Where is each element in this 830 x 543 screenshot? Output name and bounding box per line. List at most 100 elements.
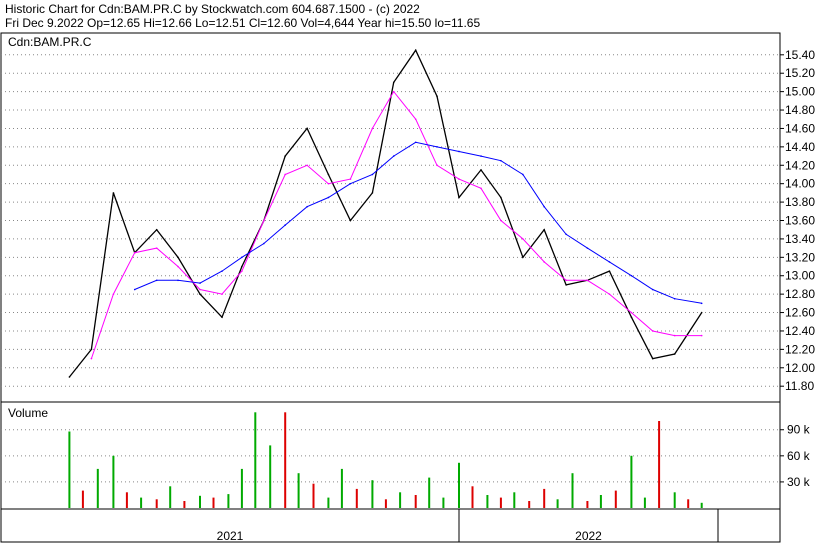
- volume-bar: [687, 499, 690, 508]
- series-ma_long-point: [630, 274, 633, 277]
- series-price-point: [199, 293, 201, 295]
- series-ma_long-point: [458, 150, 460, 153]
- series-ma_long-point: [700, 302, 703, 305]
- volume-bar: [183, 501, 186, 508]
- series-price-point: [630, 316, 633, 318]
- series-price-point: [306, 127, 308, 130]
- volume-bar: [254, 412, 257, 508]
- volume-bar: [399, 492, 402, 508]
- price-tick-label: 12.40: [785, 324, 815, 338]
- series-price-point: [221, 316, 223, 318]
- volume-bar: [513, 492, 516, 508]
- series-ma_long-point: [414, 141, 417, 144]
- volume-bar: [81, 490, 84, 508]
- series-ma_long-point: [199, 282, 201, 284]
- volume-bar: [327, 497, 330, 508]
- series-ma_short-point: [700, 334, 703, 337]
- series-ma_long-point: [221, 270, 223, 272]
- series-ma_short-point: [155, 247, 158, 249]
- series-price-point: [700, 311, 703, 314]
- price-tick-label: 15.20: [785, 66, 815, 80]
- series-ma_short-point: [306, 164, 308, 167]
- volume-bar: [599, 495, 602, 508]
- series-ma_short-point: [414, 118, 417, 121]
- price-panel-frame: [0, 32, 781, 403]
- series-ma_short-point: [500, 219, 502, 222]
- series-ma_short-point: [241, 270, 243, 272]
- series-price-point: [349, 219, 352, 222]
- volume-bar: [297, 473, 300, 508]
- volume-bar: [384, 499, 387, 508]
- price-panel-label: Cdn:BAM.PR.C: [8, 35, 92, 49]
- volume-bar: [614, 490, 617, 508]
- volume-bar: [125, 492, 128, 508]
- series-price-point: [414, 49, 417, 52]
- price-tick-label: 13.60: [785, 214, 815, 228]
- series-ma_long-point: [392, 155, 395, 157]
- series-ma_short-point: [263, 219, 265, 222]
- series-ma_long-point: [608, 261, 611, 263]
- series-ma_long-point: [177, 279, 179, 282]
- series-ma_short-point: [543, 261, 545, 263]
- series-price-point: [565, 284, 567, 286]
- price-tick-label: 12.80: [785, 287, 815, 301]
- volume-tick-label: 90 k: [787, 423, 811, 437]
- series-price-point: [392, 81, 395, 84]
- series-price-point: [112, 192, 115, 194]
- series-ma_long-point: [284, 224, 286, 226]
- volume-bar: [340, 468, 343, 508]
- series-ma_short-point: [112, 293, 115, 295]
- series-price-point: [371, 192, 374, 194]
- price-tick-label: 14.40: [785, 140, 815, 154]
- volume-bar: [528, 501, 531, 508]
- series-ma_long-point: [349, 182, 352, 185]
- series-ma_short-point: [392, 90, 395, 93]
- series-ma_short-point: [133, 251, 136, 254]
- volume-bar: [630, 455, 633, 508]
- series-ma_long-point: [371, 173, 374, 176]
- series-ma_short-point: [436, 164, 438, 167]
- chart-header-line2: Fri Dec 9.2022 Op=12.65 Hi=12.66 Lo=12.5…: [5, 16, 480, 30]
- price-tick-label: 15.00: [785, 85, 815, 99]
- series-ma_short-point: [458, 178, 460, 180]
- series-ma_short-point: [480, 187, 482, 190]
- series-price-point: [673, 353, 676, 355]
- series-ma_long-point: [673, 297, 676, 300]
- time-axis: 2021202220232024: [0, 508, 781, 543]
- series-price-point: [284, 155, 286, 157]
- volume-bar: [700, 502, 703, 508]
- series-ma_short-point: [371, 127, 374, 130]
- volume-bar: [212, 497, 215, 508]
- price-tick-label: 12.20: [785, 342, 815, 356]
- series-ma_short-point: [284, 173, 286, 176]
- series-price-point: [543, 228, 545, 231]
- volume-bar: [240, 468, 243, 508]
- series-ma_long-point: [306, 205, 308, 208]
- price-tick-label: 13.20: [785, 250, 815, 264]
- volume-bar: [68, 431, 71, 508]
- volume-bar: [312, 483, 315, 508]
- price-tick-label: 13.00: [785, 269, 815, 283]
- volume-bar: [556, 499, 559, 508]
- series-price-point: [500, 196, 502, 199]
- series-ma_short-point: [221, 293, 223, 295]
- volume-bar: [543, 488, 546, 508]
- series-ma_short-point: [586, 279, 589, 282]
- chart-header-line1: Historic Chart for Cdn:BAM.PR.C by Stock…: [5, 2, 420, 16]
- series-ma_long-point: [651, 288, 654, 291]
- series-price-point: [327, 173, 330, 176]
- volume-tick-label: 30 k: [787, 475, 811, 489]
- series-price-point: [458, 196, 460, 199]
- series-ma_short-point: [630, 311, 633, 314]
- volume-bar: [673, 492, 676, 508]
- series-ma_short-point: [651, 330, 654, 332]
- series-ma_short-point: [565, 279, 567, 282]
- price-tick-label: 14.20: [785, 158, 815, 172]
- volume-bar: [284, 412, 287, 508]
- series-ma_long-point: [543, 205, 545, 208]
- series-ma_short-point: [608, 293, 611, 295]
- volume-panel: Volume 90 k 60 k 30 k: [0, 401, 811, 510]
- volume-bar: [442, 497, 445, 508]
- volume-bar: [112, 455, 115, 508]
- price-tick-label: 14.60: [785, 121, 815, 135]
